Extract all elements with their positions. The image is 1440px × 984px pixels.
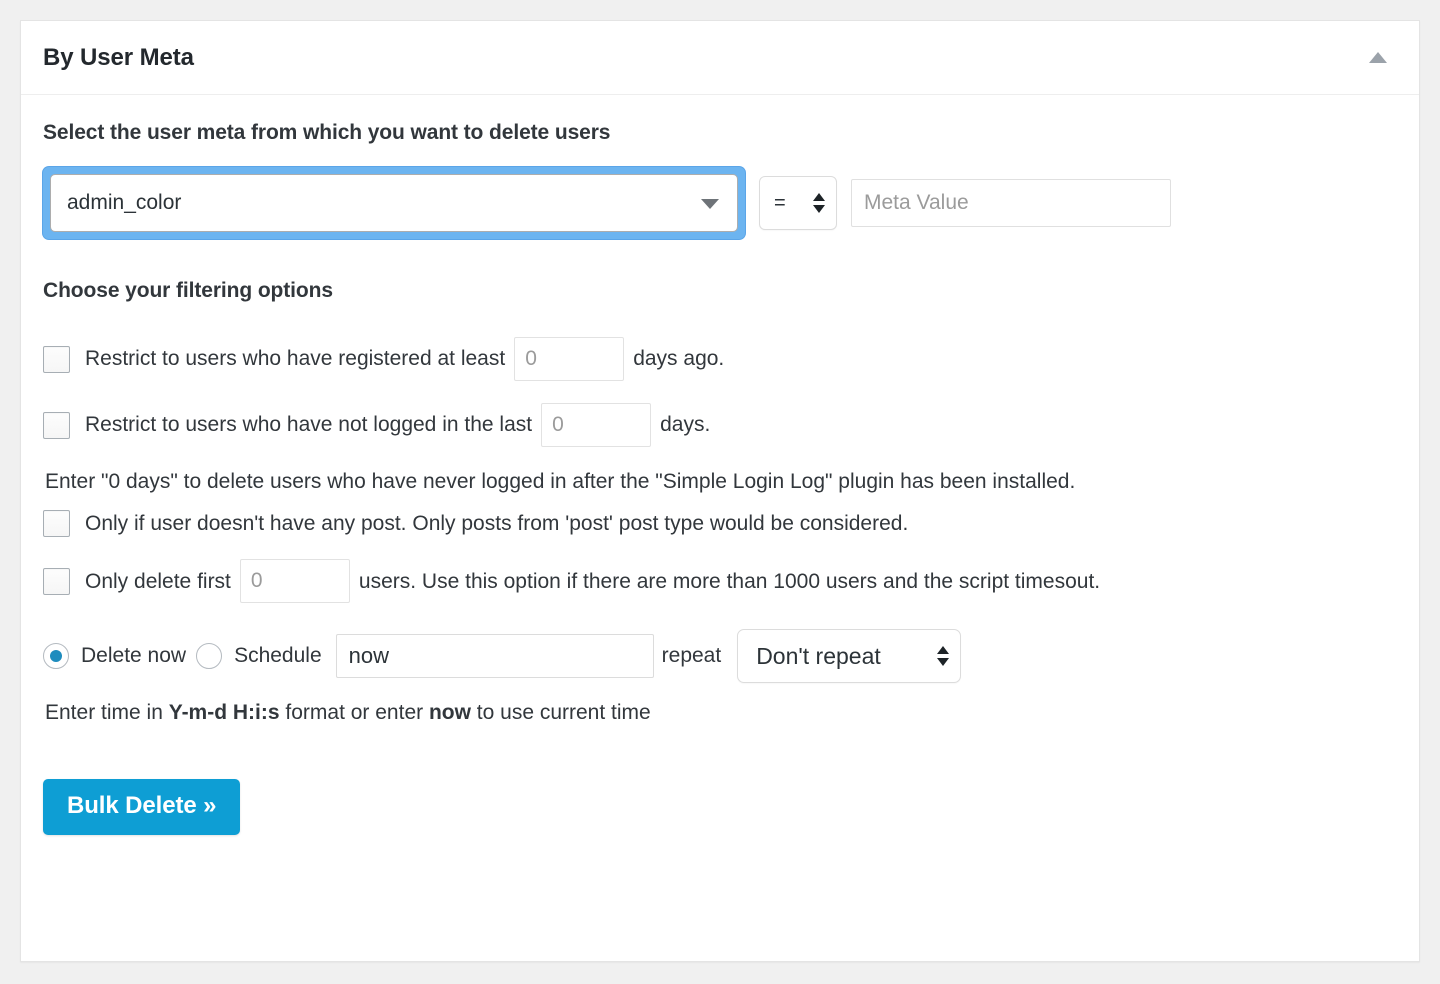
page-title: By User Meta bbox=[43, 43, 194, 71]
radio-schedule[interactable] bbox=[196, 643, 223, 670]
filter-registered-label-after: days ago. bbox=[633, 347, 725, 371]
meta-operator-select[interactable]: = bbox=[759, 176, 837, 230]
repeat-stepper-down-glyph bbox=[937, 658, 950, 667]
filter-row-registered: Restrict to users who have registered at… bbox=[43, 337, 1397, 381]
filter-no-posts-label: Only if user doesn't have any post. Only… bbox=[85, 512, 909, 536]
filter-not-logged-in-label-after: days. bbox=[660, 413, 711, 437]
limit-count-input[interactable] bbox=[239, 559, 350, 604]
meta-filter-row: admin_color = bbox=[43, 167, 1397, 239]
repeat-label: repeat bbox=[661, 644, 722, 668]
hint-prefix: Enter time in bbox=[45, 701, 169, 725]
registered-days-input[interactable] bbox=[514, 337, 625, 381]
filters-section-heading: Choose your filtering options bbox=[43, 279, 333, 302]
filter-registered-label-before: Restrict to users who have registered at… bbox=[85, 347, 506, 371]
caret-up-glyph bbox=[1369, 52, 1387, 63]
meta-operator-value: = bbox=[774, 191, 786, 214]
meta-key-select-value: admin_color bbox=[67, 191, 182, 214]
hint-suffix: to use current time bbox=[470, 701, 651, 725]
radio-delete-now[interactable] bbox=[43, 643, 69, 670]
chevron-down-icon bbox=[701, 199, 719, 209]
panel-header: By User Meta bbox=[21, 21, 1419, 95]
time-format-hint: Enter time in Y-m-d H:i:s format or ente… bbox=[45, 701, 1397, 725]
filter-limit-label-after: users. Use this option if there are more… bbox=[358, 569, 1101, 593]
repeat-select-value: Don't repeat bbox=[756, 642, 881, 669]
meta-key-select[interactable]: admin_color bbox=[50, 174, 738, 232]
stepper-down-glyph bbox=[813, 205, 825, 213]
checkbox-limit[interactable] bbox=[43, 567, 70, 595]
schedule-time-input[interactable] bbox=[335, 634, 654, 679]
bulk-delete-button[interactable]: Bulk Delete » bbox=[43, 779, 241, 836]
meta-value-input[interactable] bbox=[851, 179, 1171, 227]
by-user-meta-panel: By User Meta Select the user meta from w… bbox=[20, 20, 1420, 962]
page-root: By User Meta Select the user meta from w… bbox=[0, 0, 1440, 984]
hint-format: Y-m-d H:i:s bbox=[168, 701, 280, 725]
filter-not-logged-in-label-before: Restrict to users who have not logged in… bbox=[85, 413, 533, 437]
hint-now: now bbox=[428, 701, 471, 725]
panel-body: Select the user meta from which you want… bbox=[21, 95, 1419, 836]
meta-section-heading: Select the user meta from which you want… bbox=[43, 121, 611, 144]
radio-delete-now-label: Delete now bbox=[81, 644, 187, 668]
repeat-select[interactable]: Don't repeat bbox=[737, 629, 962, 684]
hint-middle: format or enter bbox=[279, 701, 429, 725]
checkbox-registered[interactable] bbox=[43, 345, 70, 373]
checkbox-not-logged-in[interactable] bbox=[43, 411, 70, 439]
filter-row-no-posts: Only if user doesn't have any post. Only… bbox=[43, 510, 1397, 538]
filter-row-not-logged-in: Restrict to users who have not logged in… bbox=[43, 403, 1397, 447]
repeat-stepper-up-glyph bbox=[937, 646, 950, 655]
login-log-note: Enter "0 days" to delete users who have … bbox=[45, 470, 1076, 493]
schedule-row: Delete now Schedule repeat Don't repeat bbox=[43, 629, 1397, 684]
not-logged-in-days-input[interactable] bbox=[541, 403, 652, 447]
repeat-stepper-arrows-icon bbox=[937, 646, 950, 667]
filter-limit-label-before: Only delete first bbox=[85, 569, 231, 593]
caret-up-icon[interactable] bbox=[1363, 43, 1393, 73]
stepper-up-glyph bbox=[813, 193, 825, 201]
radio-schedule-label: Schedule bbox=[234, 644, 322, 668]
meta-key-select-focus-ring: admin_color bbox=[43, 167, 745, 239]
stepper-arrows-icon bbox=[813, 193, 825, 213]
filter-row-limit: Only delete first users. Use this option… bbox=[43, 559, 1397, 604]
checkbox-no-posts[interactable] bbox=[43, 510, 70, 538]
